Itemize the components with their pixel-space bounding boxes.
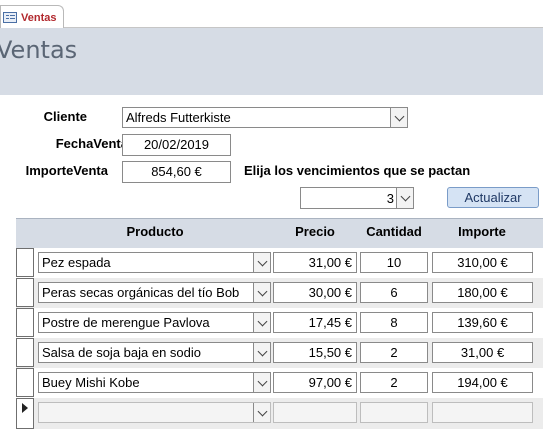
producto-value: Pez espada (42, 255, 111, 270)
producto-combo-new[interactable] (38, 402, 271, 423)
record-selector[interactable] (16, 248, 34, 277)
vencimientos-label: Elija los vencimientos que se pactan (244, 163, 471, 178)
producto-value: Peras secas orgánicas del tío Bob (42, 285, 240, 300)
cantidad-cell-new[interactable] (360, 402, 428, 423)
producto-value: Postre de merengue Pavlova (42, 315, 210, 330)
new-record-arrow-icon (22, 403, 28, 413)
cantidad-cell[interactable]: 2 (360, 372, 428, 393)
chevron-down-icon[interactable] (253, 253, 270, 272)
precio-cell[interactable]: 15,50 € (273, 342, 357, 363)
page-title: Ventas (0, 36, 78, 64)
producto-combo[interactable]: Buey Mishi Kobe (38, 372, 271, 393)
producto-combo[interactable]: Salsa de soja baja en sodio (38, 342, 271, 363)
tab-label: Ventas (21, 11, 57, 24)
producto-combo[interactable]: Pez espada (38, 252, 271, 273)
chevron-down-icon[interactable] (253, 313, 270, 332)
chevron-down-icon[interactable] (390, 108, 407, 127)
vencimientos-combo[interactable]: 3 (300, 187, 414, 209)
record-selector[interactable] (16, 308, 34, 337)
update-button[interactable]: Actualizar (447, 187, 539, 208)
column-header-precio: Precio (295, 224, 335, 239)
producto-value: Buey Mishi Kobe (42, 375, 140, 390)
form-icon (3, 12, 17, 23)
producto-combo[interactable]: Peras secas orgánicas del tío Bob (38, 282, 271, 303)
fecha-label: FechaVenta (55, 136, 128, 151)
importe-cell[interactable]: 310,00 € (432, 252, 533, 273)
document-tab-strip (0, 0, 543, 28)
column-header-cantidad: Cantidad (366, 224, 422, 239)
chevron-down-icon[interactable] (253, 373, 270, 392)
column-header-importe: Importe (458, 224, 506, 239)
record-selector[interactable] (16, 338, 34, 367)
producto-combo[interactable]: Postre de merengue Pavlova (38, 312, 271, 333)
chevron-down-icon[interactable] (253, 343, 270, 362)
precio-cell[interactable]: 97,00 € (273, 372, 357, 393)
importe-cell[interactable]: 194,00 € (432, 372, 533, 393)
precio-cell-new[interactable] (273, 402, 357, 423)
importe-cell-new[interactable] (432, 402, 533, 423)
tab-ventas[interactable]: Ventas (0, 5, 64, 29)
cantidad-cell[interactable]: 8 (360, 312, 428, 333)
cliente-combo[interactable]: Alfreds Futterkiste (122, 107, 408, 128)
importe-cell[interactable]: 180,00 € (432, 282, 533, 303)
importe-field[interactable]: 854,60 € (122, 161, 231, 183)
cliente-label: Cliente (43, 109, 87, 124)
importe-label: ImporteVenta (25, 163, 108, 178)
importe-cell[interactable]: 139,60 € (432, 312, 533, 333)
chevron-down-icon[interactable] (253, 283, 270, 302)
chevron-down-icon[interactable] (396, 188, 413, 208)
column-header-producto: Producto (126, 224, 184, 239)
producto-value: Salsa de soja baja en sodio (42, 345, 202, 360)
vencimientos-value: 3 (386, 190, 394, 206)
record-selector[interactable] (16, 368, 34, 397)
cantidad-cell[interactable]: 2 (360, 342, 428, 363)
form-header (0, 28, 543, 95)
importe-cell[interactable]: 31,00 € (432, 342, 533, 363)
cantidad-cell[interactable]: 10 (360, 252, 428, 273)
record-selector[interactable] (16, 278, 34, 307)
cliente-value: Alfreds Futterkiste (126, 110, 231, 125)
precio-cell[interactable]: 31,00 € (273, 252, 357, 273)
precio-cell[interactable]: 17,45 € (273, 312, 357, 333)
fecha-field[interactable]: 20/02/2019 (122, 134, 231, 156)
chevron-down-icon[interactable] (253, 403, 270, 422)
cantidad-cell[interactable]: 6 (360, 282, 428, 303)
record-selector[interactable] (16, 398, 34, 429)
precio-cell[interactable]: 30,00 € (273, 282, 357, 303)
